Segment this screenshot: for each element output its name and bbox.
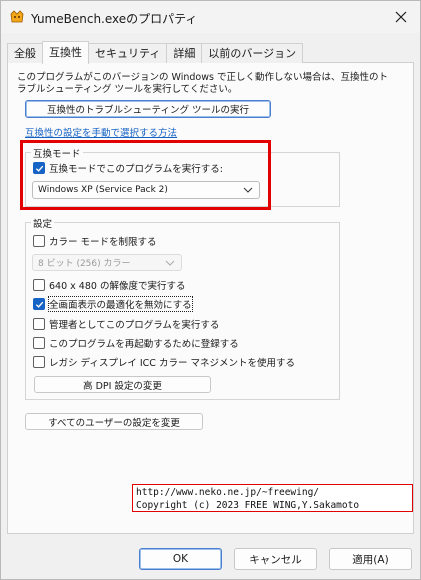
tab-security[interactable]: セキュリティ [88, 43, 168, 63]
checkbox-unchecked-icon [33, 356, 45, 368]
high-dpi-button[interactable]: 高 DPI 設定の変更 [34, 376, 211, 393]
manual-settings-link[interactable]: 互換性の設定を手動で選択する方法 [25, 125, 177, 139]
checkbox-unchecked-icon [33, 318, 45, 330]
properties-dialog: YumeBench.exeのプロパティ 全般 互換性 セキュリティ 詳細 以前の… [0, 0, 421, 580]
ok-button[interactable]: OK [139, 548, 222, 570]
title-bar: YumeBench.exeのプロパティ [1, 1, 420, 33]
credit-annotation: http://www.neko.ne.jp/~freewing/ Copyrig… [132, 484, 413, 512]
color-depth-select: 8 ビット (256) カラー [32, 254, 182, 271]
legacy-icc-checkbox[interactable]: レガシ ディスプレイ ICC カラー マネジメントを使用する [33, 355, 295, 369]
run-as-admin-checkbox[interactable]: 管理者としてこのプログラムを実行する [33, 317, 219, 331]
intro-text: このプログラムがこのバージョンの Windows で正しく動作しない場合は、互換… [17, 72, 388, 95]
troubleshooter-button[interactable]: 互換性のトラブルシューティング ツールの実行 [25, 100, 271, 118]
close-icon [395, 11, 407, 23]
cancel-button[interactable]: キャンセル [234, 548, 317, 570]
register-restart-checkbox[interactable]: このプログラムを再起動するために登録する [33, 336, 239, 350]
disable-fullscreen-opt-label: 全画面表示の最適化を無効にする [48, 296, 193, 312]
register-restart-label: このプログラムを再起動するために登録する [49, 339, 239, 350]
tab-general[interactable]: 全般 [7, 43, 43, 63]
checkbox-unchecked-icon [33, 337, 45, 349]
close-button[interactable] [388, 4, 414, 30]
apply-button[interactable]: 適用(A) [329, 548, 412, 570]
run-as-admin-label: 管理者としてこのプログラムを実行する [49, 320, 220, 331]
tab-strip: 全般 互換性 セキュリティ 詳細 以前のバージョン [7, 41, 304, 64]
res-640-label: 640 x 480 の解像度で実行する [49, 281, 186, 292]
tab-previous-versions[interactable]: 以前のバージョン [201, 43, 304, 63]
settings-group-title: 設定 [31, 216, 55, 230]
checkbox-unchecked-icon [33, 235, 45, 247]
settings-group [25, 222, 340, 400]
chevron-down-icon [165, 260, 175, 266]
tab-details[interactable]: 詳細 [166, 43, 203, 63]
legacy-icc-label: レガシ ディスプレイ ICC カラー マネジメントを使用する [49, 358, 295, 369]
reduced-color-label: カラー モードを制限する [49, 237, 157, 248]
checkbox-checked-icon [33, 298, 45, 310]
disable-fullscreen-opt-checkbox[interactable]: 全画面表示の最適化を無効にする [33, 296, 193, 312]
color-depth-value: 8 ビット (256) カラー [38, 259, 131, 269]
all-users-button[interactable]: すべてのユーザーの設定を変更 [25, 413, 203, 430]
reduced-color-checkbox[interactable]: カラー モードを制限する [33, 234, 157, 248]
credit-url: http://www.neko.ne.jp/~freewing/ [136, 487, 320, 498]
tab-compatibility[interactable]: 互換性 [42, 41, 89, 64]
window-title: YumeBench.exeのプロパティ [31, 12, 198, 26]
app-icon [9, 9, 25, 25]
checkbox-unchecked-icon [33, 279, 45, 291]
credit-copyright: Copyright (c) 2023 FREE WING,Y.Sakamoto [136, 500, 360, 511]
highlight-annotation [20, 140, 271, 210]
res-640-checkbox[interactable]: 640 x 480 の解像度で実行する [33, 278, 185, 292]
